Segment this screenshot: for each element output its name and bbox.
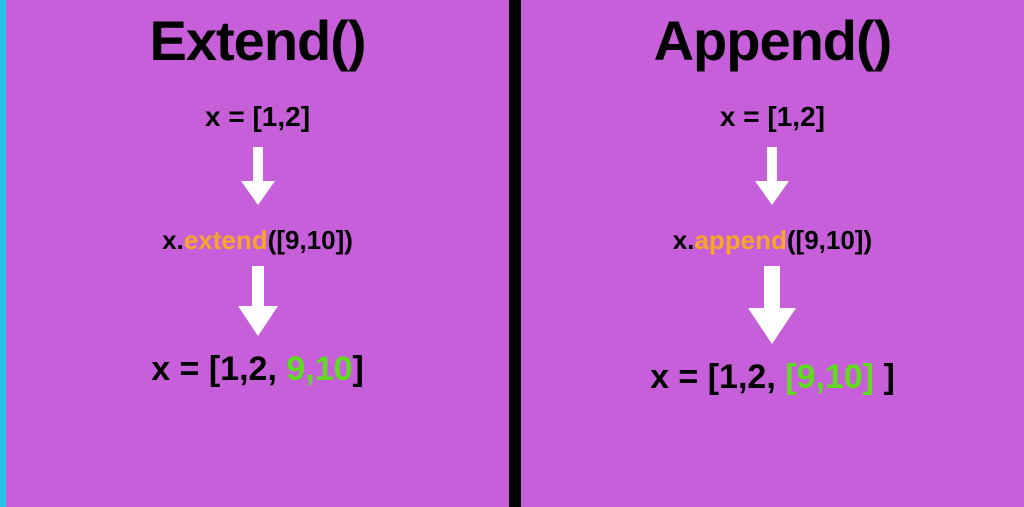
- vertical-divider: [509, 0, 521, 507]
- extend-call-method: extend: [184, 225, 268, 255]
- extend-initial: x = [1,2]: [205, 101, 310, 133]
- append-result: x = [1,2, [9,10] ]: [650, 358, 895, 397]
- extend-result: x = [1,2, 9,10]: [151, 350, 364, 389]
- append-result-prefix: x = [1,2,: [650, 358, 785, 396]
- arrow-down-icon: [238, 266, 278, 336]
- extend-result-prefix: x = [1,2,: [151, 350, 286, 388]
- arrow-down-icon: [755, 147, 789, 205]
- append-result-added: [9,10]: [785, 358, 874, 396]
- append-call-args: ([9,10]): [787, 225, 872, 255]
- extend-result-added: 9,10: [286, 350, 352, 388]
- append-call-method: append: [694, 225, 786, 255]
- arrow-down-icon: [241, 147, 275, 205]
- extend-call-args: ([9,10]): [268, 225, 353, 255]
- append-call-prefix: x.: [673, 225, 695, 255]
- extend-call-prefix: x.: [162, 225, 184, 255]
- append-call: x.append([9,10]): [673, 225, 872, 256]
- append-initial: x = [1,2]: [720, 101, 825, 133]
- append-panel: Append() x = [1,2] x.append([9,10]) x = …: [521, 0, 1024, 507]
- extend-call: x.extend([9,10]): [162, 225, 353, 256]
- arrow-down-icon: [748, 266, 796, 344]
- extend-title: Extend(): [150, 8, 366, 73]
- append-title: Append(): [654, 8, 892, 73]
- append-result-suffix: ]: [874, 358, 895, 396]
- diagram-container: Extend() x = [1,2] x.extend([9,10]) x = …: [6, 0, 1024, 507]
- extend-panel: Extend() x = [1,2] x.extend([9,10]) x = …: [6, 0, 509, 507]
- extend-result-suffix: ]: [353, 350, 364, 388]
